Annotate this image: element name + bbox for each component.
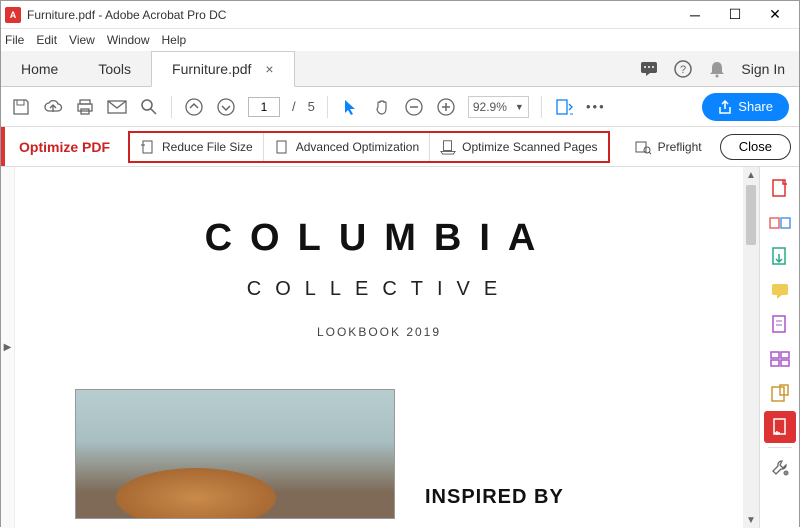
menu-help[interactable]: Help xyxy=(162,33,187,47)
page-up-icon[interactable] xyxy=(184,97,204,117)
document-view[interactable]: COLUMBIA COLLECTIVE LOOKBOOK 2019 INSPIR… xyxy=(15,167,743,528)
scroll-down-icon[interactable]: ▼ xyxy=(743,512,759,528)
advanced-icon xyxy=(274,139,290,155)
toolbar-separator xyxy=(171,96,172,118)
page-total: 5 xyxy=(308,99,315,114)
scroll-thumb[interactable] xyxy=(746,185,756,245)
minimize-button[interactable]: ─ xyxy=(675,1,715,29)
search-icon[interactable] xyxy=(139,97,159,117)
menu-edit[interactable]: Edit xyxy=(36,33,57,47)
toolbar-separator xyxy=(541,96,542,118)
svg-text:?: ? xyxy=(680,64,686,76)
window-titlebar: A Furniture.pdf - Adobe Acrobat Pro DC ─… xyxy=(1,1,799,29)
zoom-value: 92.9% xyxy=(473,100,507,114)
maximize-button[interactable]: ☐ xyxy=(715,1,755,29)
optimize-scanned-button[interactable]: Optimize Scanned Pages xyxy=(430,133,607,161)
page-down-icon[interactable] xyxy=(216,97,236,117)
save-icon[interactable] xyxy=(11,97,31,117)
scanned-icon xyxy=(440,139,456,155)
doc-heading-1: COLUMBIA xyxy=(75,217,683,260)
tab-bar: Home Tools Furniture.pdf × ? Sign In xyxy=(1,51,799,87)
help-icon[interactable]: ? xyxy=(673,59,693,79)
accent-stripe xyxy=(1,127,5,166)
preflight-label: Preflight xyxy=(658,140,702,154)
share-button[interactable]: Share xyxy=(702,93,789,121)
close-panel-button[interactable]: Close xyxy=(720,134,791,160)
tab-tools[interactable]: Tools xyxy=(78,51,151,86)
share-label: Share xyxy=(738,99,773,114)
content-area: ▶ COLUMBIA COLLECTIVE LOOKBOOK 2019 INSP… xyxy=(1,167,799,528)
close-window-button[interactable]: ✕ xyxy=(755,1,795,29)
zoom-out-icon[interactable] xyxy=(404,97,424,117)
more-icon[interactable]: ••• xyxy=(586,97,606,117)
preflight-button[interactable]: Preflight xyxy=(624,139,712,155)
doc-inspired-text: INSPIRED BY xyxy=(425,486,564,509)
menu-window[interactable]: Window xyxy=(107,33,150,47)
main-toolbar: / 5 92.9% ▼ ••• Share xyxy=(1,87,799,127)
left-rail-expand[interactable]: ▶ xyxy=(1,167,15,528)
reduce-file-icon xyxy=(140,139,156,155)
menu-bar: File Edit View Window Help xyxy=(1,29,799,51)
zoom-select[interactable]: 92.9% ▼ xyxy=(468,96,529,118)
redact-icon[interactable] xyxy=(764,343,796,375)
app-icon: A xyxy=(5,7,21,23)
hand-icon[interactable] xyxy=(372,97,392,117)
export-pdf-icon[interactable] xyxy=(764,241,796,273)
doc-heading-2: COLLECTIVE xyxy=(75,278,683,301)
scanned-label: Optimize Scanned Pages xyxy=(462,140,597,154)
share-icon xyxy=(718,100,732,114)
optimize-title: Optimize PDF xyxy=(9,139,124,155)
chat-icon[interactable] xyxy=(639,59,659,79)
optimize-pdf-icon[interactable] xyxy=(764,411,796,443)
tab-close-icon[interactable]: × xyxy=(265,61,273,77)
pointer-icon[interactable] xyxy=(340,97,360,117)
cloud-icon[interactable] xyxy=(43,97,63,117)
sign-in-button[interactable]: Sign In xyxy=(741,61,785,77)
chevron-down-icon: ▼ xyxy=(515,102,524,112)
zoom-in-icon[interactable] xyxy=(436,97,456,117)
tab-home[interactable]: Home xyxy=(1,51,78,86)
doc-subtitle: LOOKBOOK 2019 xyxy=(75,325,683,339)
menu-view[interactable]: View xyxy=(69,33,95,47)
protect-icon[interactable] xyxy=(764,377,796,409)
menu-file[interactable]: File xyxy=(5,33,24,47)
doc-image xyxy=(75,389,395,519)
advanced-label: Advanced Optimization xyxy=(296,140,419,154)
reduce-label: Reduce File Size xyxy=(162,140,253,154)
comment-icon[interactable] xyxy=(764,275,796,307)
rail-separator xyxy=(768,447,792,448)
toolbar-separator xyxy=(327,96,328,118)
optimize-toolbar: Optimize PDF Reduce File Size Advanced O… xyxy=(1,127,799,167)
advanced-optimization-button[interactable]: Advanced Optimization xyxy=(264,133,430,161)
page-number-input[interactable] xyxy=(248,97,280,117)
combine-icon[interactable] xyxy=(764,207,796,239)
fit-width-icon[interactable] xyxy=(554,97,574,117)
organize-icon[interactable] xyxy=(764,309,796,341)
optimize-button-group: Reduce File Size Advanced Optimization O… xyxy=(128,131,610,163)
more-tools-icon[interactable] xyxy=(764,452,796,484)
tab-document[interactable]: Furniture.pdf × xyxy=(151,51,295,87)
scroll-up-icon[interactable]: ▲ xyxy=(743,167,759,183)
tab-document-label: Furniture.pdf xyxy=(172,61,251,77)
right-tool-rail xyxy=(759,167,799,528)
print-icon[interactable] xyxy=(75,97,95,117)
create-pdf-icon[interactable] xyxy=(764,173,796,205)
vertical-scrollbar[interactable]: ▲ ▼ xyxy=(743,167,759,528)
reduce-file-size-button[interactable]: Reduce File Size xyxy=(130,133,264,161)
mail-icon[interactable] xyxy=(107,97,127,117)
window-title: Furniture.pdf - Adobe Acrobat Pro DC xyxy=(27,8,675,22)
page-separator: / xyxy=(292,99,296,114)
preflight-icon xyxy=(634,139,652,155)
bell-icon[interactable] xyxy=(707,59,727,79)
